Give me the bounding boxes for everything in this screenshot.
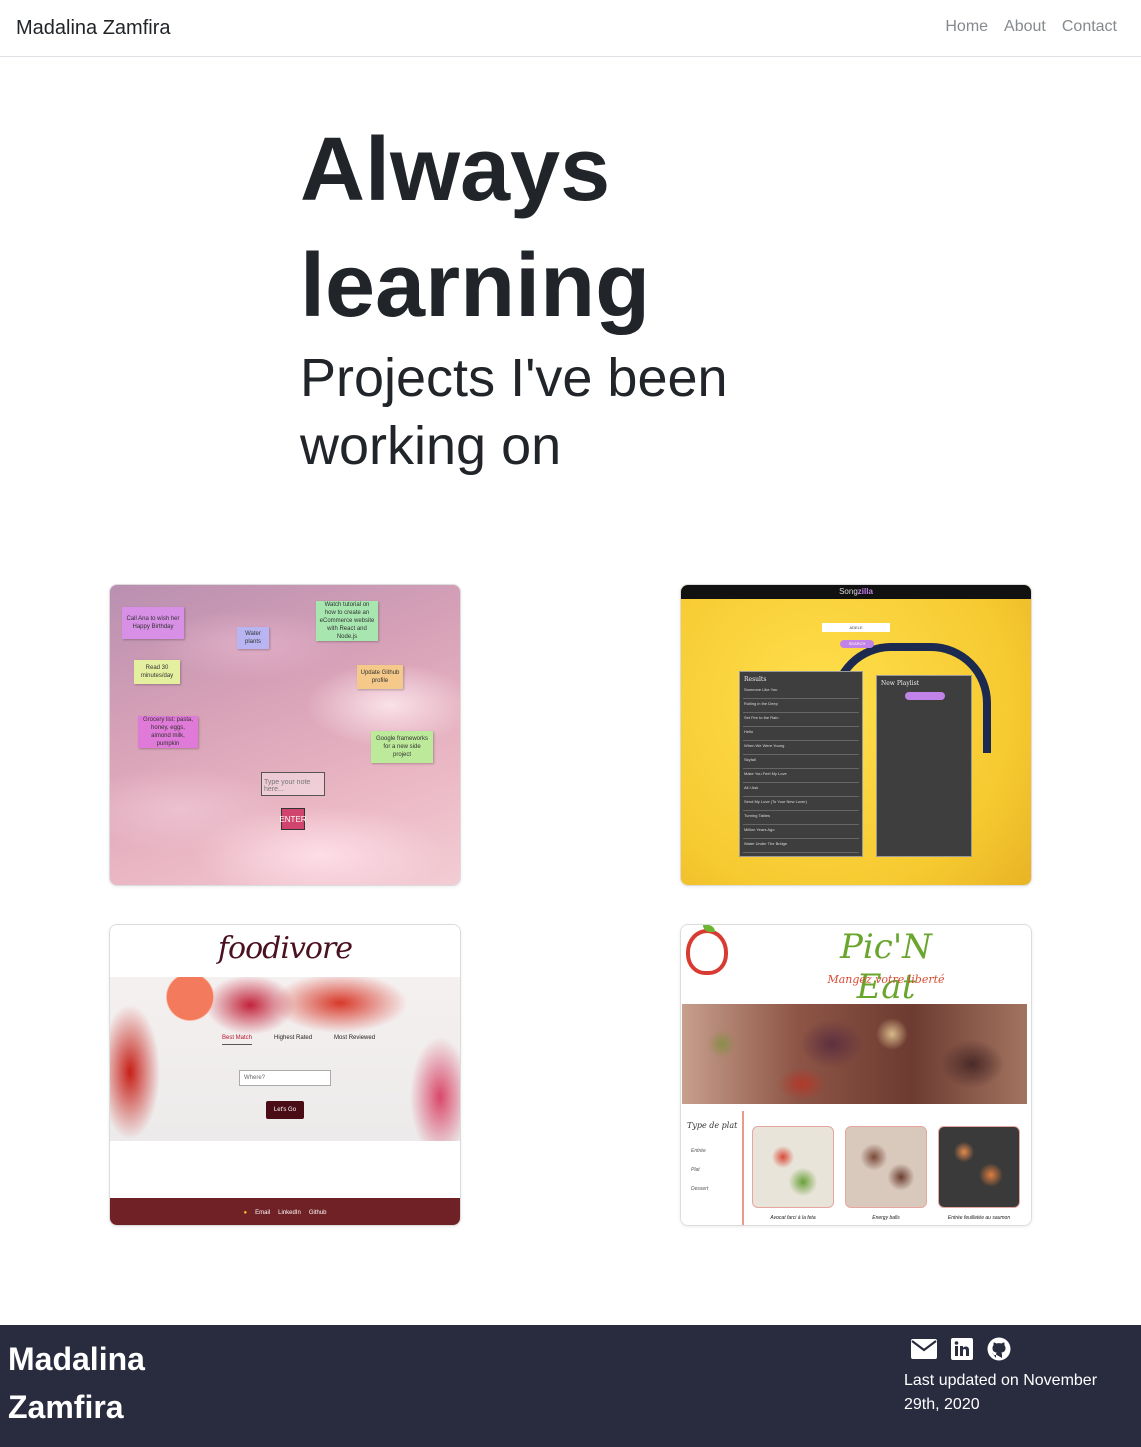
- sticky-note: Google frameworks for a new side project: [371, 731, 433, 763]
- nav-about-link[interactable]: About: [1004, 18, 1046, 36]
- nav-contact-link[interactable]: Contact: [1062, 18, 1117, 36]
- footer-email-link[interactable]: Email: [255, 1210, 270, 1216]
- last-updated-text: Last updated on November 29th, 2020: [904, 1372, 1098, 1413]
- nav-links: Home About Contact: [945, 18, 1117, 36]
- lets-go-button[interactable]: Let's Go: [266, 1101, 304, 1119]
- track-row[interactable]: Water Under The Bridge: [743, 839, 859, 853]
- hero-title: Always learning: [300, 120, 651, 336]
- track-row[interactable]: Set Fire to the Rain: [743, 713, 859, 727]
- dish-caption: Entrée feuilletée au saumon: [947, 1215, 1011, 1221]
- track-row[interactable]: Send My Love (To Your New Lover): [743, 797, 859, 811]
- social-icons: [911, 1337, 1011, 1361]
- sticky-note: Update Github profile: [357, 665, 403, 689]
- dish-image[interactable]: [938, 1126, 1020, 1208]
- enter-button[interactable]: ENTER: [279, 808, 307, 830]
- filter-option[interactable]: Entrée: [691, 1148, 706, 1154]
- tab-best-match[interactable]: Best Match: [222, 1035, 253, 1045]
- save-playlist-button[interactable]: [905, 692, 945, 700]
- food-banner-image: [682, 1004, 1027, 1104]
- footer: Madalina Zamfira Last updated on Novembe…: [0, 1325, 1141, 1447]
- dish-caption: Energy balls: [872, 1215, 900, 1221]
- linkedin-icon[interactable]: [951, 1338, 973, 1360]
- project-card-songzilla[interactable]: Songzilla ADELE SEARCH Results Someone L…: [680, 584, 1032, 886]
- search-button[interactable]: SEARCH: [840, 640, 874, 648]
- track-row[interactable]: When We Were Young: [743, 741, 859, 755]
- footer-name: Madalina Zamfira: [8, 1341, 145, 1425]
- burger-icon: ●: [243, 1209, 248, 1216]
- picneat-title: Pic'N Eat: [840, 927, 932, 1007]
- tab-most-reviewed[interactable]: Most Reviewed: [334, 1035, 375, 1045]
- brand-link[interactable]: Madalina Zamfira: [16, 17, 171, 40]
- sort-tabs: Best Match Highest Rated Most Reviewed: [222, 1035, 375, 1045]
- foodivore-logo: foodivore: [217, 931, 353, 966]
- track-row[interactable]: Make You Feel My Love: [743, 769, 859, 783]
- track-row[interactable]: Skyfall: [743, 755, 859, 769]
- location-input[interactable]: Where?: [239, 1070, 331, 1086]
- track-row[interactable]: Rolling in the Deep: [743, 699, 859, 713]
- footer-github-link[interactable]: Github: [309, 1210, 327, 1216]
- filter-option[interactable]: Plat: [691, 1167, 700, 1173]
- sticky-note: Watch tutorial on how to create an eComm…: [316, 601, 378, 641]
- track-row[interactable]: Turning Tables: [743, 811, 859, 825]
- playlist-panel: New Playlist: [876, 675, 972, 857]
- footer-linkedin-link[interactable]: LinkedIn: [278, 1210, 301, 1216]
- dish-image[interactable]: [752, 1126, 834, 1208]
- navbar: Madalina Zamfira Home About Contact: [0, 0, 1141, 57]
- sticky-note: Call Ana to wish her Happy Birthday: [122, 607, 184, 639]
- github-icon[interactable]: [987, 1337, 1011, 1361]
- picneat-slogan: Mangez votre liberté: [827, 973, 945, 986]
- results-panel: Results Someone Like You Rolling in the D…: [739, 671, 863, 857]
- track-row[interactable]: Million Years Ago: [743, 825, 859, 839]
- filter-title: Type de plat: [687, 1121, 738, 1130]
- project-card-notes[interactable]: Call Ana to wish her Happy Birthday Wate…: [109, 584, 461, 886]
- track-list: Someone Like You Rolling in the Deep Set F…: [740, 685, 862, 853]
- nav-home-link[interactable]: Home: [945, 18, 988, 36]
- dish-caption: Avocat farci à la feta: [770, 1215, 816, 1221]
- email-icon[interactable]: [911, 1339, 937, 1359]
- playlist-title: New Playlist: [881, 680, 920, 687]
- tab-highest-rated[interactable]: Highest Rated: [274, 1035, 312, 1045]
- project-card-picneat[interactable]: Pic'N Eat Mangez votre liberté Type de p…: [680, 924, 1032, 1226]
- dish-image[interactable]: [845, 1126, 927, 1208]
- track-row[interactable]: Hello: [743, 727, 859, 741]
- filter-option[interactable]: Dessert: [691, 1186, 708, 1192]
- sticky-note: Grocery list: pasta, honey, eggs, almond…: [138, 716, 198, 748]
- sticky-note: Water plants: [237, 627, 269, 649]
- songzilla-header: Songzilla: [681, 585, 1031, 599]
- results-title: Results: [744, 676, 767, 683]
- sticky-note: Read 30 minutes/day: [134, 660, 180, 684]
- project-card-foodivore[interactable]: foodivore Best Match Highest Rated Most …: [109, 924, 461, 1226]
- hero-subtitle: Projects I've been working on: [300, 348, 728, 476]
- foodivore-footer: ● Email LinkedIn Github: [110, 1198, 460, 1225]
- song-search-input[interactable]: ADELE: [822, 623, 890, 632]
- track-row[interactable]: All I Ask: [743, 783, 859, 797]
- note-input[interactable]: Type your note here...: [261, 772, 325, 796]
- apple-logo-icon: [686, 929, 728, 975]
- track-row[interactable]: Someone Like You: [743, 685, 859, 699]
